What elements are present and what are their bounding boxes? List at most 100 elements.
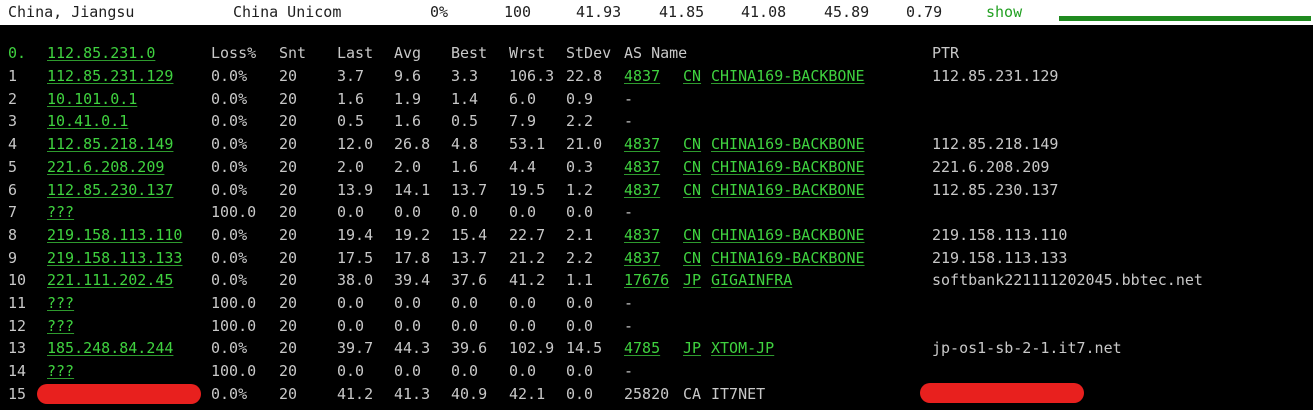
hop-stdev: 0.0 (566, 362, 594, 381)
hop-stdev: 0.9 (566, 89, 594, 108)
hop-number: 15 (8, 384, 27, 403)
hop-as-name[interactable]: CHINA169-BACKBONE (711, 133, 865, 156)
hop-avg: 17.8 (394, 248, 431, 267)
hop-country-code[interactable]: CN (683, 133, 701, 156)
hop-last: 0.0 (337, 203, 365, 222)
hop-host-link[interactable]: 221.6.208.209 (47, 156, 164, 179)
hop-host-link[interactable]: ??? (47, 292, 74, 315)
hop-best: 1.6 (451, 157, 479, 176)
header-wrst: Wrst (509, 44, 546, 62)
hop-best: 0.0 (451, 294, 479, 312)
header-stdev: StDev (566, 44, 612, 62)
hop-ptr: jp-os1-sb-2-1.it7.net (932, 339, 1122, 358)
hop-number: 10 (8, 271, 27, 290)
redaction-mark (920, 382, 1084, 403)
hop-host-link[interactable]: 112.85.230.137 (47, 179, 173, 202)
hop-wrst: 4.4 (509, 157, 537, 176)
hop-asn-link[interactable]: 4837 (624, 156, 660, 179)
hop-best: 13.7 (451, 248, 488, 267)
hop-loss: 100.0 (211, 362, 257, 381)
hop-wrst: 106.3 (509, 67, 555, 85)
hop-as-name[interactable]: CHINA169-BACKBONE (711, 156, 865, 179)
hop-country-code[interactable]: CN (683, 224, 701, 247)
hop-as-name[interactable]: CHINA169-BACKBONE (711, 179, 865, 202)
hop-asn-link[interactable]: 4837 (624, 65, 660, 88)
header-best: Best (451, 44, 488, 62)
dest-prefix: 0. (8, 44, 27, 62)
hop-number: 5 (8, 157, 18, 176)
hop-loss: 0.0% (211, 112, 248, 131)
hop-last: 2.0 (337, 157, 365, 176)
hop-best: 13.7 (451, 180, 488, 199)
hop-as-name[interactable]: GIGAINFRA (711, 269, 792, 292)
hop-ptr: 219.158.113.133 (932, 248, 1068, 267)
table-header-row: 0. 112.85.231.0 Loss% Snt Last Avg Best … (0, 42, 1313, 65)
hop-asn-empty: - (624, 203, 634, 222)
hop-avg: 1.6 (394, 112, 422, 131)
hop-as-name[interactable]: CHINA169-BACKBONE (711, 247, 865, 270)
table-row: 1 112.85.231.129 0.0% 20 3.7 9.6 3.3 106.3 22.8 4… (0, 65, 1313, 88)
hop-avg: 2.0 (394, 157, 422, 176)
hop-as-name[interactable]: CHINA169-BACKBONE (711, 224, 865, 247)
hop-ptr: softbank221111202045.bbtec.net (932, 271, 1203, 290)
hop-country-code[interactable]: CN (683, 247, 701, 270)
hop-avg: 44.3 (394, 339, 431, 358)
hop-asn-link[interactable]: 17676 (624, 269, 669, 292)
hop-country-code[interactable]: CN (683, 156, 701, 179)
hop-stdev: 1.2 (566, 180, 594, 199)
hop-country-code[interactable]: JP (683, 337, 701, 360)
hop-best: 4.8 (451, 135, 479, 154)
show-toggle-link[interactable]: show (986, 3, 1022, 21)
hop-last: 38.0 (337, 271, 374, 290)
hop-host-link[interactable]: ??? (47, 360, 74, 383)
header-last: Last (337, 44, 374, 62)
hop-loss: 0.0% (211, 180, 248, 199)
hop-best: 3.3 (451, 67, 479, 85)
hop-host-link[interactable]: 185.248.84.244 (47, 337, 173, 360)
hop-host-link[interactable]: ??? (47, 201, 74, 224)
hop-asn-link[interactable]: 4837 (624, 247, 660, 270)
hop-ptr: 112.85.218.149 (932, 135, 1059, 154)
hop-country-code[interactable]: CN (683, 65, 701, 88)
hop-host-link[interactable]: 219.158.113.110 (47, 224, 182, 247)
hop-asn-link[interactable]: 4837 (624, 179, 660, 202)
hop-host-link[interactable]: 221.111.202.45 (47, 269, 173, 292)
hop-ptr: 112.85.230.137 (932, 180, 1059, 199)
hop-avg: 19.2 (394, 225, 431, 244)
header-loss: Loss% (211, 44, 257, 62)
hop-asn-link[interactable]: 4785 (624, 337, 660, 360)
hop-avg: 26.8 (394, 135, 431, 154)
table-row: 13 185.248.84.244 0.0% 20 39.7 44.3 39.6 102.9 1… (0, 337, 1313, 360)
hop-avg: 41.3 (394, 384, 431, 403)
hop-best: 39.6 (451, 339, 488, 358)
hop-stdev: 0.0 (566, 316, 594, 335)
hop-asn-link[interactable]: 4837 (624, 133, 660, 156)
hop-number: 12 (8, 316, 27, 335)
table-row: 10 221.111.202.45 0.0% 20 38.0 39.4 37.6 41.2 1.… (0, 269, 1313, 292)
hop-as-name[interactable]: CHINA169-BACKBONE (711, 65, 865, 88)
hop-snt: 20 (279, 89, 298, 108)
hop-as-name[interactable]: XTOM-JP (711, 337, 774, 360)
hop-loss: 0.0% (211, 384, 248, 403)
hop-avg: 0.0 (394, 316, 422, 335)
hop-host-link[interactable]: 112.85.218.149 (47, 133, 173, 156)
hop-country-code[interactable]: CN (683, 179, 701, 202)
hop-host-link[interactable]: 219.158.113.133 (47, 247, 182, 270)
dest-host-link[interactable]: 112.85.231.0 (47, 42, 155, 65)
hop-avg: 0.0 (394, 294, 422, 312)
hop-host-link[interactable]: 10.41.0.1 (47, 110, 128, 133)
hop-country-code: CA (683, 384, 702, 403)
status-bar (1059, 16, 1311, 21)
table-row: 4 112.85.218.149 0.0% 20 12.0 26.8 4.8 53.1 21.0… (0, 133, 1313, 156)
hop-country-code[interactable]: JP (683, 269, 701, 292)
hop-host-link[interactable]: 10.101.0.1 (47, 88, 137, 111)
hop-host-link[interactable]: 112.85.231.129 (47, 65, 173, 88)
hop-host-link[interactable]: ??? (47, 315, 74, 338)
hop-snt: 20 (279, 362, 298, 381)
hop-avg: 39.4 (394, 271, 431, 290)
hop-snt: 20 (279, 135, 298, 154)
hop-stdev: 14.5 (566, 339, 603, 358)
hop-loss: 0.0% (211, 339, 248, 358)
hop-stdev: 22.8 (566, 67, 603, 85)
hop-asn-link[interactable]: 4837 (624, 224, 660, 247)
